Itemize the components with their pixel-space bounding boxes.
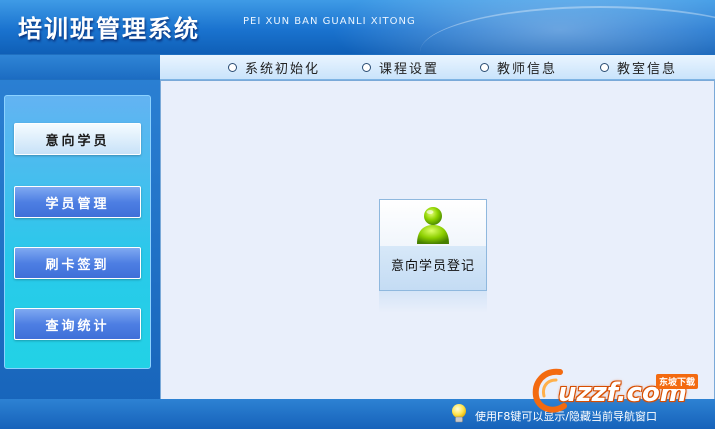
top-menu-bar: 系统初始化 课程设置 教师信息 教室信息 bbox=[160, 55, 715, 80]
watermark-badge: 东坡下载 bbox=[656, 374, 699, 389]
radio-icon bbox=[480, 62, 489, 72]
app-title: 培训班管理系统 bbox=[18, 15, 200, 43]
sidebar-item-student-management[interactable]: 学员管理 bbox=[14, 186, 141, 218]
menu-item-course-settings[interactable]: 课程设置 bbox=[362, 59, 440, 77]
menu-item-label: 课程设置 bbox=[379, 61, 440, 77]
topbar-left-cap bbox=[0, 55, 160, 79]
tile-reflection bbox=[379, 291, 487, 313]
sidebar-item-label: 查询统计 bbox=[45, 318, 110, 334]
app-header: 培训班管理系统 PEI XUN BAN GUANLI XITONG bbox=[0, 0, 715, 54]
menu-item-system-init[interactable]: 系统初始化 bbox=[228, 59, 321, 77]
sidebar-item-prospective-students[interactable]: 意向学员 bbox=[14, 123, 141, 155]
sidebar-item-query-statistics[interactable]: 查询统计 bbox=[14, 308, 141, 340]
watermark-logo: uzzf.com 东坡下载 bbox=[528, 362, 715, 422]
sidebar: 意向学员 学员管理 刷卡签到 查询统计 bbox=[0, 80, 160, 402]
radio-icon bbox=[362, 62, 371, 72]
menu-item-classroom-info[interactable]: 教室信息 bbox=[600, 59, 678, 77]
app-subtitle: PEI XUN BAN GUANLI XITONG bbox=[243, 16, 416, 27]
lightbulb-icon bbox=[452, 404, 466, 423]
sidebar-item-label: 刷卡签到 bbox=[45, 257, 110, 273]
sidebar-item-label: 意向学员 bbox=[45, 133, 110, 149]
sidebar-panel: 意向学员 学员管理 刷卡签到 查询统计 bbox=[4, 95, 151, 369]
tile-label: 意向学员登记 bbox=[390, 259, 475, 274]
sidebar-item-label: 学员管理 bbox=[45, 196, 110, 212]
menu-item-label: 教师信息 bbox=[497, 61, 558, 77]
main-content: 意向学员登记 bbox=[160, 80, 715, 400]
sidebar-item-card-checkin[interactable]: 刷卡签到 bbox=[14, 247, 141, 279]
tile-prospective-student-registration[interactable]: 意向学员登记 bbox=[379, 199, 487, 291]
menu-item-teacher-info[interactable]: 教师信息 bbox=[480, 59, 558, 77]
menu-item-label: 系统初始化 bbox=[245, 61, 321, 77]
user-icon bbox=[417, 207, 449, 244]
menu-item-label: 教室信息 bbox=[617, 61, 678, 77]
radio-icon bbox=[228, 62, 237, 72]
radio-icon bbox=[600, 62, 609, 72]
